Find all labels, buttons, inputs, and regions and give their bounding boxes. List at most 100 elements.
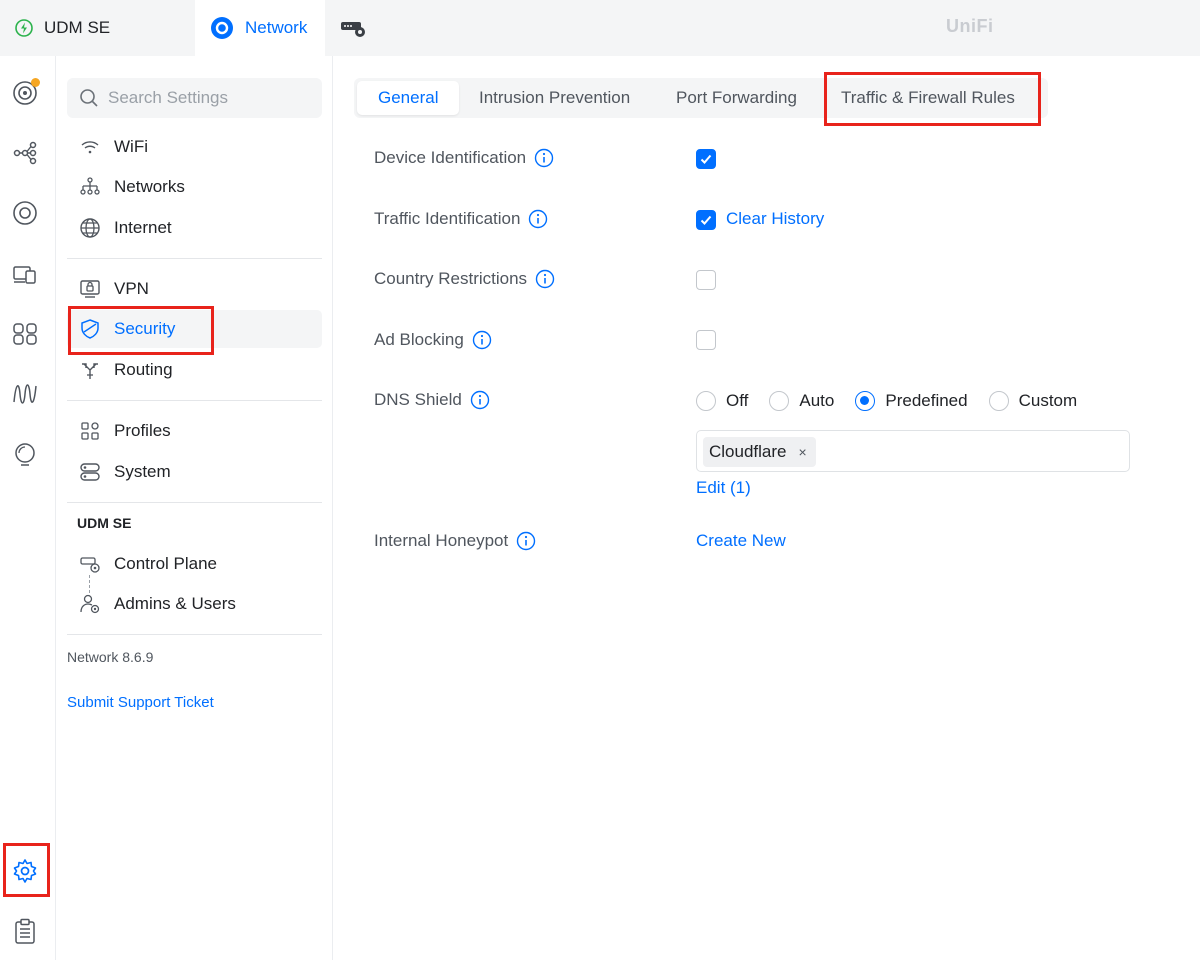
close-icon[interactable]: ×: [799, 444, 807, 460]
sidebar-item-control-plane[interactable]: Control Plane: [67, 545, 322, 583]
clear-history-link[interactable]: Clear History: [726, 209, 824, 229]
country-restrictions-checkbox[interactable]: [696, 270, 716, 290]
support-ticket-link[interactable]: Submit Support Ticket: [67, 694, 214, 711]
console-tab[interactable]: UDM SE: [0, 0, 195, 56]
country-restrictions-label: Country Restrictions: [374, 269, 528, 288]
sidebar-item-label: Profiles: [114, 421, 171, 440]
radio-button-selected: [855, 391, 876, 411]
traffic-identification-label: Traffic Identification: [374, 209, 521, 228]
search-icon: [80, 89, 98, 107]
sidebar-item-profiles[interactable]: Profiles: [67, 412, 322, 450]
divider: [67, 502, 322, 503]
sidebar-item-label: System: [114, 462, 171, 481]
radio-button: [988, 391, 1009, 411]
sidebar-item-label: VPN: [114, 279, 149, 298]
insights-icon[interactable]: [10, 440, 40, 470]
radio-label: Custom: [1018, 391, 1078, 410]
info-icon[interactable]: [528, 209, 548, 229]
wifi-icon: [81, 141, 99, 154]
divider: [67, 400, 322, 401]
sidebar-item-label: Admins & Users: [114, 594, 236, 613]
app-name: Network: [245, 18, 308, 37]
info-icon[interactable]: [470, 390, 490, 410]
admins-icon: [80, 594, 100, 614]
dns-shield-radio-group: Off Auto Predefined Custom: [696, 390, 1098, 412]
create-honeypot-link[interactable]: Create New: [696, 531, 786, 551]
radio-button: [696, 391, 716, 411]
traffic-identification-checkbox[interactable]: [696, 210, 716, 230]
dns-server-select[interactable]: Cloudflare ×: [696, 430, 1130, 472]
ad-blocking-checkbox[interactable]: [696, 330, 716, 350]
console-name: UDM SE: [44, 18, 111, 37]
settings-highlight: [3, 843, 50, 897]
sidebar-item-system[interactable]: System: [67, 453, 322, 491]
info-icon[interactable]: [516, 531, 536, 551]
search-input[interactable]: Search Settings: [67, 78, 322, 118]
settings-sidebar: Search Settings WiFi Networks Internet V…: [57, 56, 333, 960]
radio-button: [769, 391, 790, 411]
app-version: Network 8.6.9: [67, 649, 154, 665]
sidebar-item-routing[interactable]: Routing: [67, 351, 322, 389]
ports-icon[interactable]: [10, 319, 40, 349]
sidebar-item-label: Control Plane: [114, 554, 218, 573]
dns-option-off[interactable]: Off: [696, 391, 748, 411]
info-icon[interactable]: [472, 330, 492, 350]
dns-option-predefined[interactable]: Predefined: [855, 391, 968, 411]
radio-label: Auto: [799, 391, 835, 410]
divider: [67, 634, 322, 635]
dns-shield-row: DNS Shield: [374, 390, 490, 410]
dns-option-auto[interactable]: Auto: [769, 391, 834, 411]
sidebar-item-networks[interactable]: Networks: [67, 168, 322, 206]
divider: [67, 258, 322, 259]
device-identification-checkbox[interactable]: [696, 149, 716, 169]
sidebar-item-vpn[interactable]: VPN: [67, 270, 322, 308]
device-config-button[interactable]: [337, 0, 371, 56]
tab-general[interactable]: General: [357, 81, 460, 115]
dns-server-chip: Cloudflare ×: [703, 437, 816, 467]
sidebar-item-wifi[interactable]: WiFi: [67, 128, 322, 166]
top-bar: UDM SE Network UniFi: [0, 0, 1200, 56]
chip-label: Cloudflare: [709, 442, 787, 461]
radio-label: Off: [726, 391, 749, 410]
checkmark-icon: [700, 215, 712, 225]
dns-option-custom[interactable]: Custom: [988, 391, 1078, 411]
country-restrictions-row: Country Restrictions: [374, 269, 555, 289]
networks-icon: [80, 177, 100, 195]
profiles-icon: [81, 422, 99, 440]
network-app-tab[interactable]: Network: [195, 0, 325, 56]
sidebar-item-internet[interactable]: Internet: [67, 209, 322, 247]
info-icon[interactable]: [535, 269, 555, 289]
edit-dns-link[interactable]: Edit (1): [696, 478, 751, 498]
system-icon: [80, 463, 100, 481]
tab-intrusion-prevention[interactable]: Intrusion Prevention: [479, 81, 630, 115]
unifi-devices-icon[interactable]: [10, 198, 40, 228]
logs-icon[interactable]: [10, 916, 40, 946]
traffic-firewall-highlight: [824, 72, 1041, 126]
section-title: UDM SE: [77, 515, 132, 531]
ad-blocking-label: Ad Blocking: [374, 330, 464, 349]
sidebar-item-label: WiFi: [114, 137, 148, 156]
control-plane-icon: [80, 557, 100, 573]
globe-icon: [80, 218, 100, 238]
sidebar-item-label: Internet: [114, 218, 172, 237]
search-placeholder: Search Settings: [108, 88, 229, 107]
vpn-icon: [80, 280, 100, 298]
bolt-icon: [15, 19, 33, 37]
sidebar-item-label: Routing: [114, 360, 173, 379]
main-content: General Intrusion Prevention Port Forwar…: [334, 56, 1200, 960]
radio-label: Predefined: [885, 391, 968, 410]
dns-shield-label: DNS Shield: [374, 390, 462, 409]
traffic-identification-row: Traffic Identification: [374, 209, 548, 229]
topology-icon[interactable]: [10, 138, 40, 168]
device-identification-label: Device Identification: [374, 148, 527, 167]
network-app-icon: [211, 17, 233, 39]
tab-port-forwarding[interactable]: Port Forwarding: [676, 81, 797, 115]
unifi-brand: UniFi: [946, 16, 994, 36]
ad-blocking-row: Ad Blocking: [374, 330, 492, 350]
radio-manager-icon[interactable]: [10, 379, 40, 409]
info-icon[interactable]: [534, 148, 554, 168]
internal-honeypot-label: Internal Honeypot: [374, 531, 509, 550]
sidebar-item-admins[interactable]: Admins & Users: [67, 585, 322, 623]
client-devices-icon[interactable]: [10, 259, 40, 289]
security-highlight: [68, 306, 214, 355]
